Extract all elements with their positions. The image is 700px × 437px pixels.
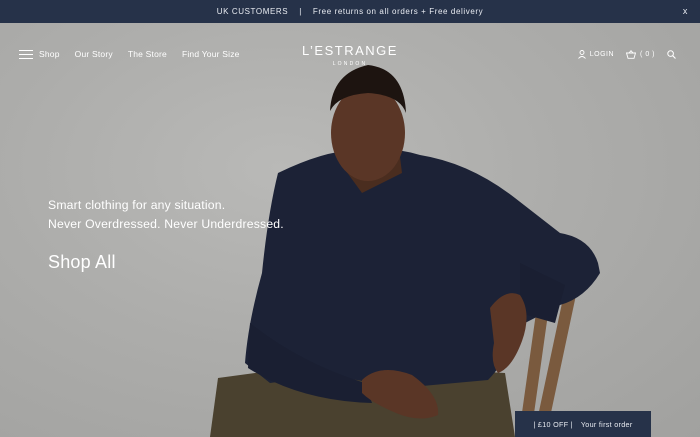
user-icon xyxy=(577,50,586,59)
announcement-bar: UK CUSTOMERS | Free returns on all order… xyxy=(0,0,700,23)
basket-icon xyxy=(626,50,637,59)
cart-link[interactable]: ( 0 ) xyxy=(626,50,655,59)
announcement-message: Free returns on all orders + Free delive… xyxy=(312,7,484,16)
search-icon xyxy=(667,50,676,59)
cart-count: ( 0 ) xyxy=(640,51,655,58)
nav-right: LOGIN ( 0 ) xyxy=(566,50,680,59)
announcement-region: UK CUSTOMERS xyxy=(216,7,289,16)
promo-code: | £10 OFF | xyxy=(533,419,573,429)
search-button[interactable] xyxy=(667,50,680,59)
login-label: LOGIN xyxy=(589,51,615,58)
login-link[interactable]: LOGIN xyxy=(577,50,615,59)
shop-all-link[interactable]: Shop All xyxy=(48,252,116,273)
hero-line-2: Never Overdressed. Never Underdressed. xyxy=(48,217,284,231)
brand-subtitle: LONDON xyxy=(332,61,368,67)
hero-tagline: Smart clothing for any situation. Never … xyxy=(48,196,284,234)
promo-text: Your first order xyxy=(580,419,633,429)
announcement-separator: | xyxy=(299,7,302,16)
close-icon[interactable]: x xyxy=(683,6,688,16)
main-nav: Shop Our Story The Store Find Your Size … xyxy=(0,23,700,87)
hero-line-1: Smart clothing for any situation. xyxy=(48,198,226,212)
first-order-promo-tab[interactable]: | £10 OFF | Your first order xyxy=(515,411,651,437)
